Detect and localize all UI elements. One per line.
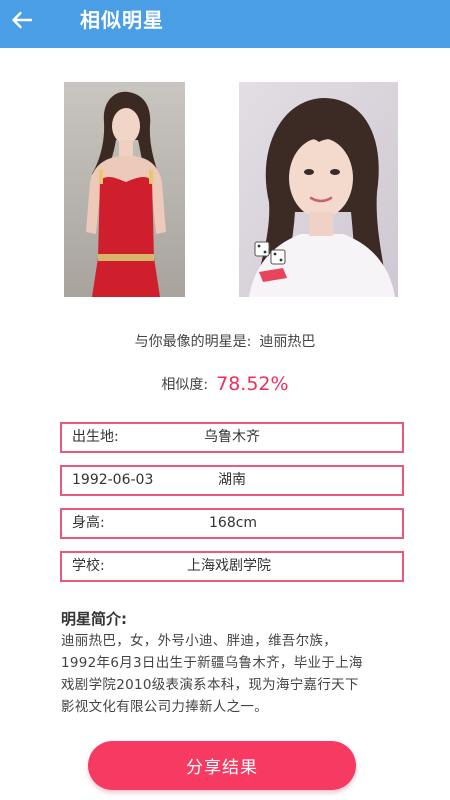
intro-line: 影视文化有限公司力捧新人之一。 xyxy=(61,699,268,715)
birthday-value: 1992-06-03 xyxy=(72,472,154,488)
best-match-line: 与你最像的明星是: 迪丽热巴 xyxy=(0,331,450,351)
height-row: 身高: 168cm xyxy=(60,508,404,539)
intro-text: 迪丽热巴，女，外号小迪、胖迪，维吾尔族， 1992年6月3日出生于新疆乌鲁木齐，… xyxy=(61,630,397,718)
similarity-value: 78.52% xyxy=(216,373,289,395)
birthplace-value: 乌鲁木齐 xyxy=(204,429,260,445)
celebrity-photo xyxy=(239,82,398,297)
intro-title: 明星简介: xyxy=(61,610,127,628)
back-button[interactable] xyxy=(0,0,44,40)
user-photo xyxy=(64,82,185,297)
intro-line: 戏剧学院2010级表演系本科，现为海宁嘉行天下 xyxy=(61,677,359,693)
app-header: 相似明星 xyxy=(0,0,450,48)
arrow-left-icon xyxy=(12,11,33,29)
similarity-line: 相似度: 78.52% xyxy=(0,373,450,395)
intro-line: 迪丽热巴，女，外号小迪、胖迪，维吾尔族， xyxy=(61,633,337,649)
height-label: 身高: xyxy=(72,515,105,531)
height-value: 168cm xyxy=(209,515,258,531)
birthplace-label: 出生地: xyxy=(72,429,119,445)
similarity-label: 相似度: xyxy=(161,377,209,393)
birthday-row: 1992-06-03 湖南 xyxy=(60,465,404,496)
best-match-name: 迪丽热巴 xyxy=(259,334,316,350)
similar-celebrity-screen: 相似明星 与你最像的明星是: 迪丽热巴 相似度: 78.52% 出生地: 乌鲁木… xyxy=(0,0,450,800)
best-match-label: 与你最像的明星是: xyxy=(134,334,252,350)
birthplace-row: 出生地: 乌鲁木齐 xyxy=(60,422,404,453)
province-value: 湖南 xyxy=(218,472,246,488)
school-row: 学校: 上海戏剧学院 xyxy=(60,551,404,582)
page-title: 相似明星 xyxy=(80,8,164,32)
school-label: 学校: xyxy=(72,558,105,574)
intro-line: 1992年6月3日出生于新疆乌鲁木齐，毕业于上海 xyxy=(61,655,363,671)
school-value: 上海戏剧学院 xyxy=(187,558,271,574)
share-result-button[interactable]: 分享结果 xyxy=(88,741,356,790)
